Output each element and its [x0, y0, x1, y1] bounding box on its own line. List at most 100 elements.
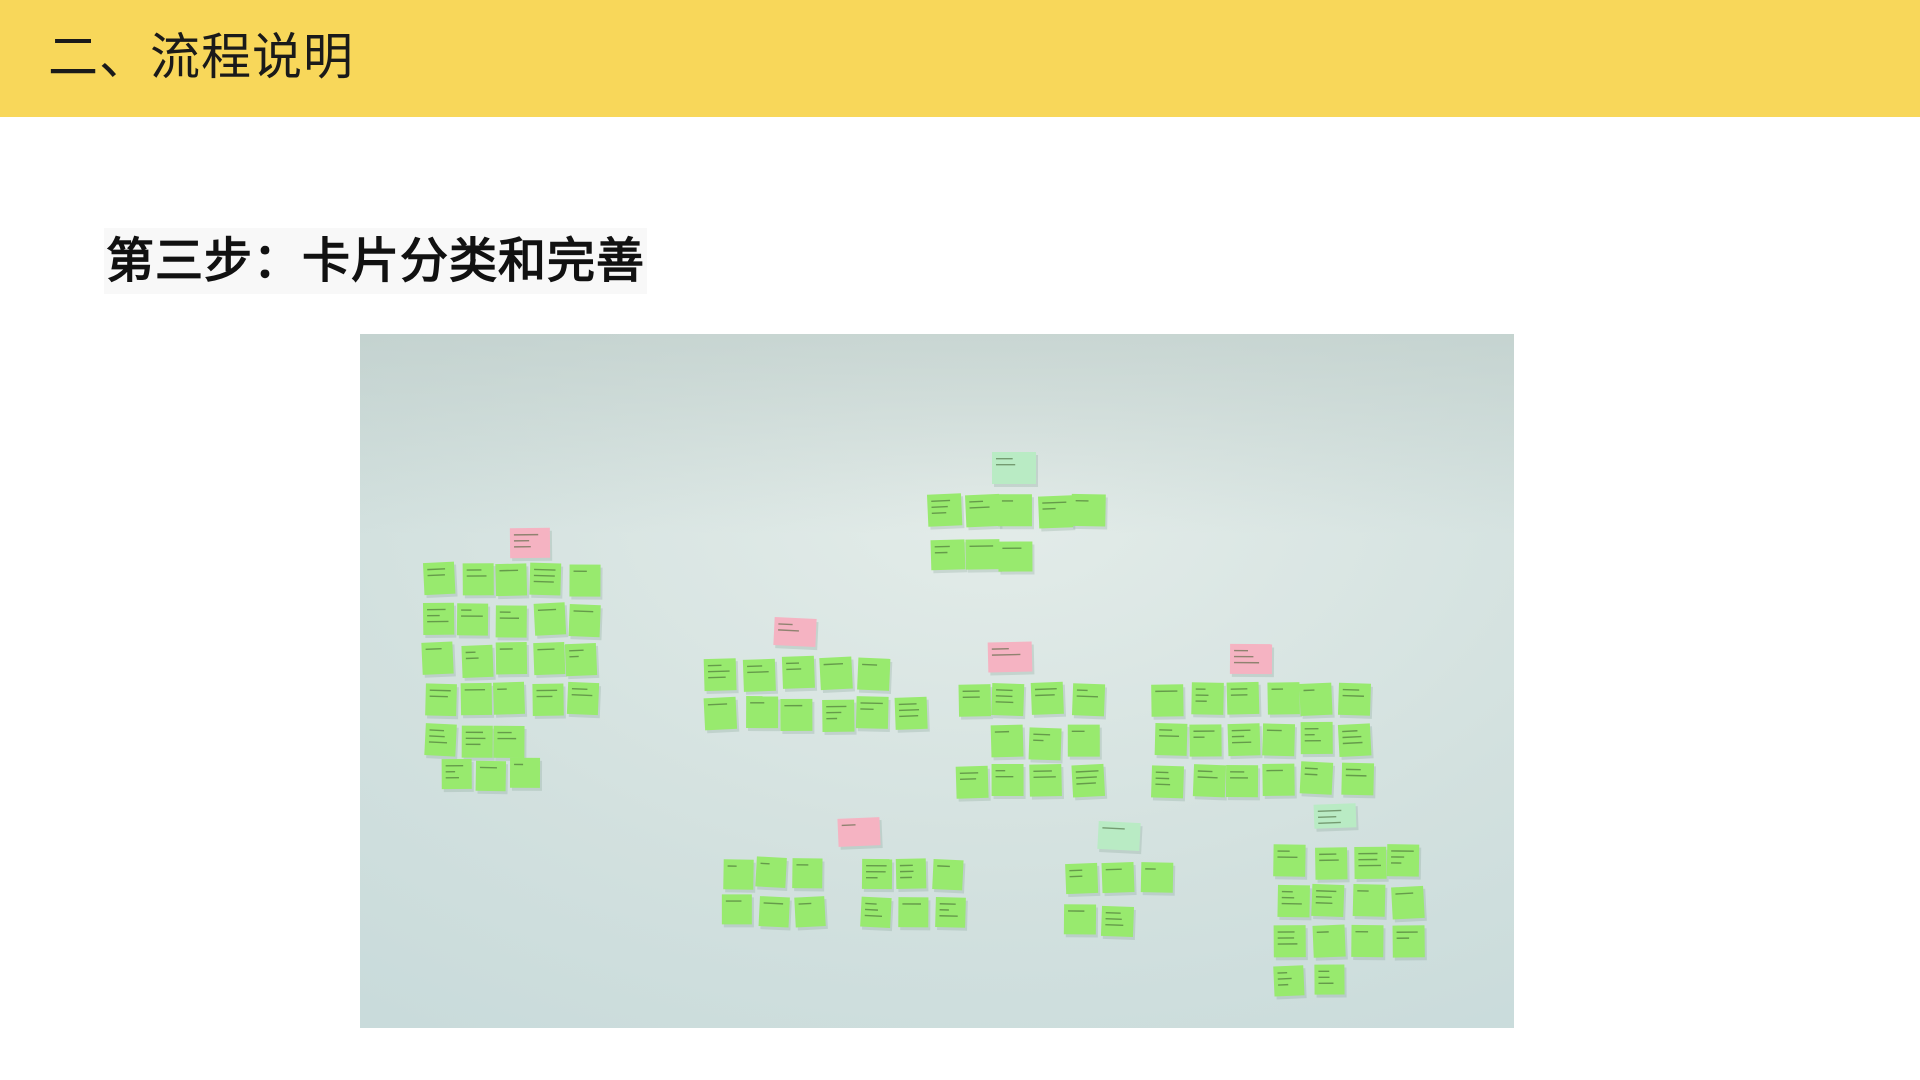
sticky-note	[1100, 905, 1136, 941]
sticky-note	[991, 763, 1026, 800]
sticky-note	[1354, 846, 1389, 883]
sticky-note	[1225, 765, 1261, 801]
sticky-note	[1315, 847, 1350, 883]
sticky-note	[1341, 762, 1376, 799]
sticky-note	[456, 603, 491, 639]
category-note	[837, 817, 883, 850]
sticky-note	[421, 641, 456, 678]
sticky-note	[703, 658, 739, 695]
sticky-note	[569, 564, 603, 600]
sticky-note	[1154, 723, 1190, 759]
sticky-note	[422, 561, 458, 598]
sticky-note	[1028, 727, 1064, 764]
sticky-note	[792, 858, 825, 892]
sticky-note-wall-photo	[360, 334, 1514, 1028]
header-bar: 二、流程说明	[0, 0, 1920, 117]
sticky-note	[895, 858, 929, 892]
sticky-note	[1391, 885, 1427, 923]
sticky-note	[495, 605, 529, 641]
sticky-note	[1273, 965, 1307, 1000]
sticky-note	[1386, 844, 1422, 880]
page-title: 二、流程说明	[48, 28, 354, 86]
sticky-note	[1071, 493, 1108, 530]
sticky-note	[1312, 924, 1348, 961]
sticky-note	[1267, 682, 1302, 718]
sticky-note	[958, 684, 994, 720]
sticky-note	[990, 724, 1026, 761]
sticky-note	[955, 765, 991, 802]
sticky-note	[898, 897, 931, 931]
sticky-note	[492, 681, 528, 718]
sticky-note	[1337, 682, 1373, 719]
sticky-note	[1273, 844, 1308, 880]
sticky-note	[461, 725, 495, 761]
sticky-note	[1351, 924, 1386, 961]
category-note	[773, 617, 819, 651]
sticky-note	[723, 859, 756, 893]
sticky-note	[566, 681, 602, 719]
sticky-note	[462, 563, 496, 599]
sticky-note	[1063, 904, 1099, 938]
sticky-note	[1352, 883, 1388, 920]
sticky-note	[721, 894, 754, 928]
sticky-note	[1071, 683, 1108, 720]
sticky-note	[755, 856, 789, 892]
sticky-note	[930, 539, 968, 574]
sticky-note	[509, 757, 543, 791]
sticky-note	[1392, 925, 1427, 961]
sticky-note	[532, 683, 566, 719]
sticky-note	[703, 696, 740, 734]
sticky-note	[935, 896, 968, 931]
sticky-note	[1151, 765, 1186, 802]
sticky-note	[758, 896, 792, 931]
sticky-note	[857, 657, 893, 694]
sticky-note	[855, 696, 891, 732]
sticky-note	[926, 493, 965, 530]
sticky-note	[495, 563, 530, 600]
sticky-note	[1038, 495, 1076, 532]
sticky-note	[1191, 682, 1226, 718]
sticky-note	[819, 656, 855, 693]
category-note	[991, 451, 1039, 488]
sticky-note	[422, 602, 457, 639]
sticky-note	[1071, 763, 1108, 801]
sticky-note	[1299, 682, 1335, 719]
sticky-note	[475, 760, 508, 795]
sticky-note	[1337, 723, 1374, 760]
sticky-note	[794, 896, 828, 931]
sticky-note	[781, 655, 818, 692]
category-note	[1313, 803, 1359, 832]
sticky-note	[932, 859, 966, 894]
sticky-note	[964, 493, 1003, 531]
sticky-note	[780, 698, 815, 734]
sticky-note	[998, 541, 1035, 575]
sticky-note	[991, 683, 1027, 720]
sticky-note	[495, 642, 530, 678]
sticky-note	[1262, 763, 1297, 799]
sticky-note	[742, 658, 779, 695]
sticky-note	[529, 562, 564, 599]
sticky-note	[860, 896, 894, 932]
sticky-note	[965, 539, 1002, 573]
sticky-note	[997, 494, 1034, 530]
sticky-note	[1299, 761, 1336, 798]
sticky-note	[1151, 684, 1186, 720]
sticky-note	[1311, 883, 1347, 921]
sticky-note	[1262, 723, 1297, 760]
sticky-note	[461, 644, 496, 681]
sticky-note	[1273, 925, 1308, 961]
sticky-note	[822, 699, 857, 735]
sticky-note	[1140, 862, 1176, 896]
sticky-note	[460, 682, 495, 719]
sticky-note	[425, 683, 459, 720]
sticky-note	[861, 858, 895, 893]
sticky-note	[1189, 724, 1224, 760]
sticky-note	[424, 723, 459, 760]
sticky-note	[1226, 681, 1262, 718]
sticky-note	[533, 642, 568, 679]
sticky-note	[1227, 723, 1263, 760]
sticky-note	[1192, 764, 1228, 801]
sticky-note	[746, 696, 781, 732]
sticky-note	[564, 642, 600, 680]
sticky-note	[1314, 964, 1347, 998]
